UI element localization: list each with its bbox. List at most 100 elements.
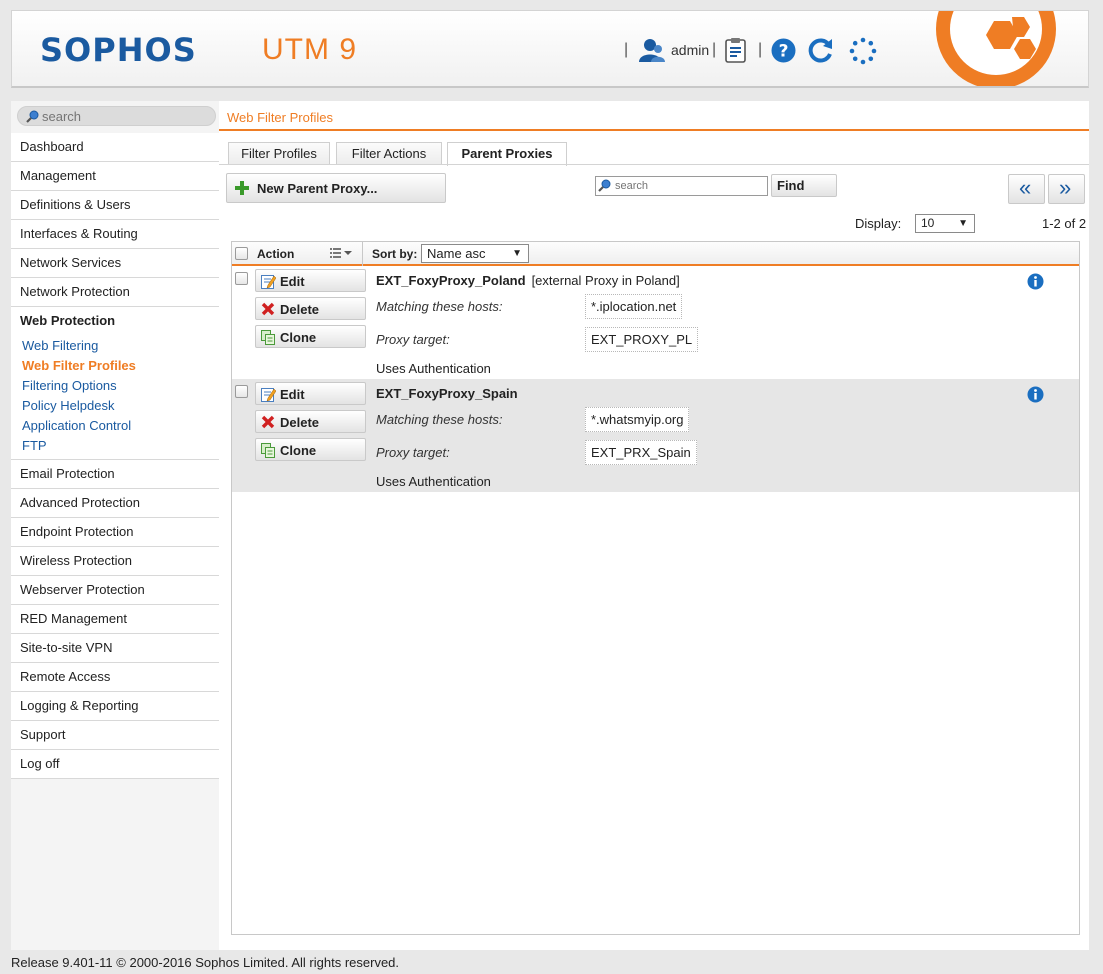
select-all-checkbox[interactable]: [235, 247, 248, 260]
row-checkbox[interactable]: [235, 272, 248, 285]
delete-button[interactable]: Delete: [255, 297, 366, 320]
edit-button[interactable]: Edit: [255, 269, 366, 292]
edit-button[interactable]: Edit: [255, 382, 366, 405]
new-parent-proxy-label: New Parent Proxy...: [257, 181, 378, 196]
sidebar-item-interfaces-routing[interactable]: Interfaces & Routing: [11, 220, 219, 249]
sidebar-item-support[interactable]: Support: [11, 721, 219, 750]
header-separator: |: [712, 41, 717, 58]
activity-spinner-icon: [849, 37, 877, 68]
sidebar-item-dashboard[interactable]: Dashboard: [11, 133, 219, 162]
sidebar-item-logging-reporting[interactable]: Logging & Reporting: [11, 692, 219, 721]
prev-page-icon: «: [1019, 175, 1032, 200]
header-divider: [362, 242, 363, 266]
find-button[interactable]: Find: [771, 174, 837, 197]
plus-icon: [235, 181, 249, 198]
sidebar-item-web-protection[interactable]: Web Protection: [11, 307, 219, 336]
info-icon[interactable]: [1027, 273, 1044, 293]
tab-filter-profiles[interactable]: Filter Profiles: [228, 142, 330, 165]
sidebar-item-email-protection[interactable]: Email Protection: [11, 460, 219, 489]
sidebar-item-management[interactable]: Management: [11, 162, 219, 191]
sidebar-search-input[interactable]: [40, 108, 210, 124]
sidebar-subitem-filtering-options[interactable]: Filtering Options: [22, 376, 219, 396]
clone-icon: [261, 330, 276, 348]
clone-button[interactable]: Clone: [255, 325, 366, 348]
help-icon[interactable]: ?: [771, 38, 796, 66]
clone-label: Clone: [280, 330, 317, 345]
row-checkbox[interactable]: [235, 385, 248, 398]
hosts-value: *.whatsmyip.org: [585, 407, 690, 432]
search-icon: [26, 110, 39, 126]
sidebar-menu: Dashboard Management Definitions & Users…: [11, 133, 219, 779]
sophos-logo-text: SOPHOS: [40, 31, 197, 69]
title-divider: [219, 129, 1089, 131]
clipboard-icon[interactable]: [724, 37, 748, 66]
dropdown-arrow-icon: ▼: [512, 248, 522, 259]
sort-select[interactable]: Name asc ▼: [421, 244, 529, 263]
delete-label: Delete: [280, 302, 320, 317]
auth-status: Uses Authentication: [376, 361, 491, 376]
product-name: UTM 9: [262, 33, 357, 66]
proxy-comment: [external Proxy in Poland]: [531, 273, 680, 288]
proxy-target-value: EXT_PRX_Spain: [585, 440, 697, 465]
next-page-button[interactable]: »: [1048, 174, 1085, 204]
sidebar-item-wireless-protection[interactable]: Wireless Protection: [11, 547, 219, 576]
sidebar-item-advanced-protection[interactable]: Advanced Protection: [11, 489, 219, 518]
sort-value: Name asc: [427, 246, 486, 261]
sidebar-subitem-policy-helpdesk[interactable]: Policy Helpdesk: [22, 396, 219, 416]
tab-filter-actions[interactable]: Filter Actions: [336, 142, 442, 165]
new-parent-proxy-button[interactable]: New Parent Proxy...: [226, 173, 446, 203]
list-item: Edit Delete: [232, 379, 1079, 492]
edit-label: Edit: [280, 387, 305, 402]
admin-username[interactable]: admin: [671, 42, 709, 58]
prev-page-button[interactable]: «: [1008, 174, 1045, 204]
sidebar-item-webserver-protection[interactable]: Webserver Protection: [11, 576, 219, 605]
next-page-icon: »: [1059, 175, 1072, 200]
hosts-label: Matching these hosts:: [376, 299, 503, 314]
search-icon: [598, 179, 611, 195]
sidebar-search[interactable]: [17, 106, 216, 126]
sidebar-item-red-management[interactable]: RED Management: [11, 605, 219, 634]
sidebar-item-definitions-users[interactable]: Definitions & Users: [11, 191, 219, 220]
clone-button[interactable]: Clone: [255, 438, 366, 461]
proxy-target-value: EXT_PROXY_PL: [585, 327, 699, 352]
main-panel: Web Filter Profiles Filter Profiles Filt…: [219, 101, 1089, 950]
sidebar-item-remote-access[interactable]: Remote Access: [11, 663, 219, 692]
proxy-name: EXT_FoxyProxy_Poland [external Proxy in P…: [376, 273, 680, 288]
info-icon[interactable]: [1027, 386, 1044, 406]
edit-icon: [261, 274, 277, 292]
proxy-name: EXT_FoxyProxy_Spain: [376, 386, 524, 401]
hosts-label: Matching these hosts:: [376, 412, 503, 427]
user-icon[interactable]: [638, 38, 666, 65]
find-field[interactable]: [595, 176, 768, 196]
proxy-target-label: Proxy target:: [376, 332, 450, 347]
header-separator: |: [758, 41, 763, 58]
sidebar-subitem-web-filter-profiles[interactable]: Web Filter Profiles: [22, 356, 219, 376]
sidebar-item-log-off[interactable]: Log off: [11, 750, 219, 779]
column-menu-icon[interactable]: [330, 247, 354, 262]
delete-label: Delete: [280, 415, 320, 430]
delete-x-icon: [261, 415, 275, 432]
delete-button[interactable]: Delete: [255, 410, 366, 433]
sidebar-subitem-web-filtering[interactable]: Web Filtering: [22, 336, 219, 356]
sidebar-subitem-ftp[interactable]: FTP: [22, 436, 219, 456]
sidebar-subitem-application-control[interactable]: Application Control: [22, 416, 219, 436]
proxy-name-text: EXT_FoxyProxy_Spain: [376, 386, 518, 401]
sidebar-item-endpoint-protection[interactable]: Endpoint Protection: [11, 518, 219, 547]
clone-icon: [261, 443, 276, 461]
edit-label: Edit: [280, 274, 305, 289]
list-item: Edit Delete: [232, 266, 1079, 379]
delete-x-icon: [261, 302, 275, 319]
header-separator: |: [624, 41, 629, 58]
sidebar-item-site-to-site-vpn[interactable]: Site-to-site VPN: [11, 634, 219, 663]
sidebar-item-network-services[interactable]: Network Services: [11, 249, 219, 278]
display-count-value: 10: [921, 216, 935, 230]
dropdown-arrow-icon: ▼: [958, 218, 968, 229]
reload-icon[interactable]: [808, 38, 834, 66]
find-input[interactable]: [613, 178, 763, 194]
display-count-select[interactable]: 10 ▼: [915, 214, 975, 233]
proxy-target-label: Proxy target:: [376, 445, 450, 460]
sidebar-item-network-protection[interactable]: Network Protection: [11, 278, 219, 307]
result-range: 1-2 of 2: [1042, 216, 1087, 231]
tab-parent-proxies[interactable]: Parent Proxies: [447, 142, 567, 166]
hosts-value: *.iplocation.net: [585, 294, 683, 319]
